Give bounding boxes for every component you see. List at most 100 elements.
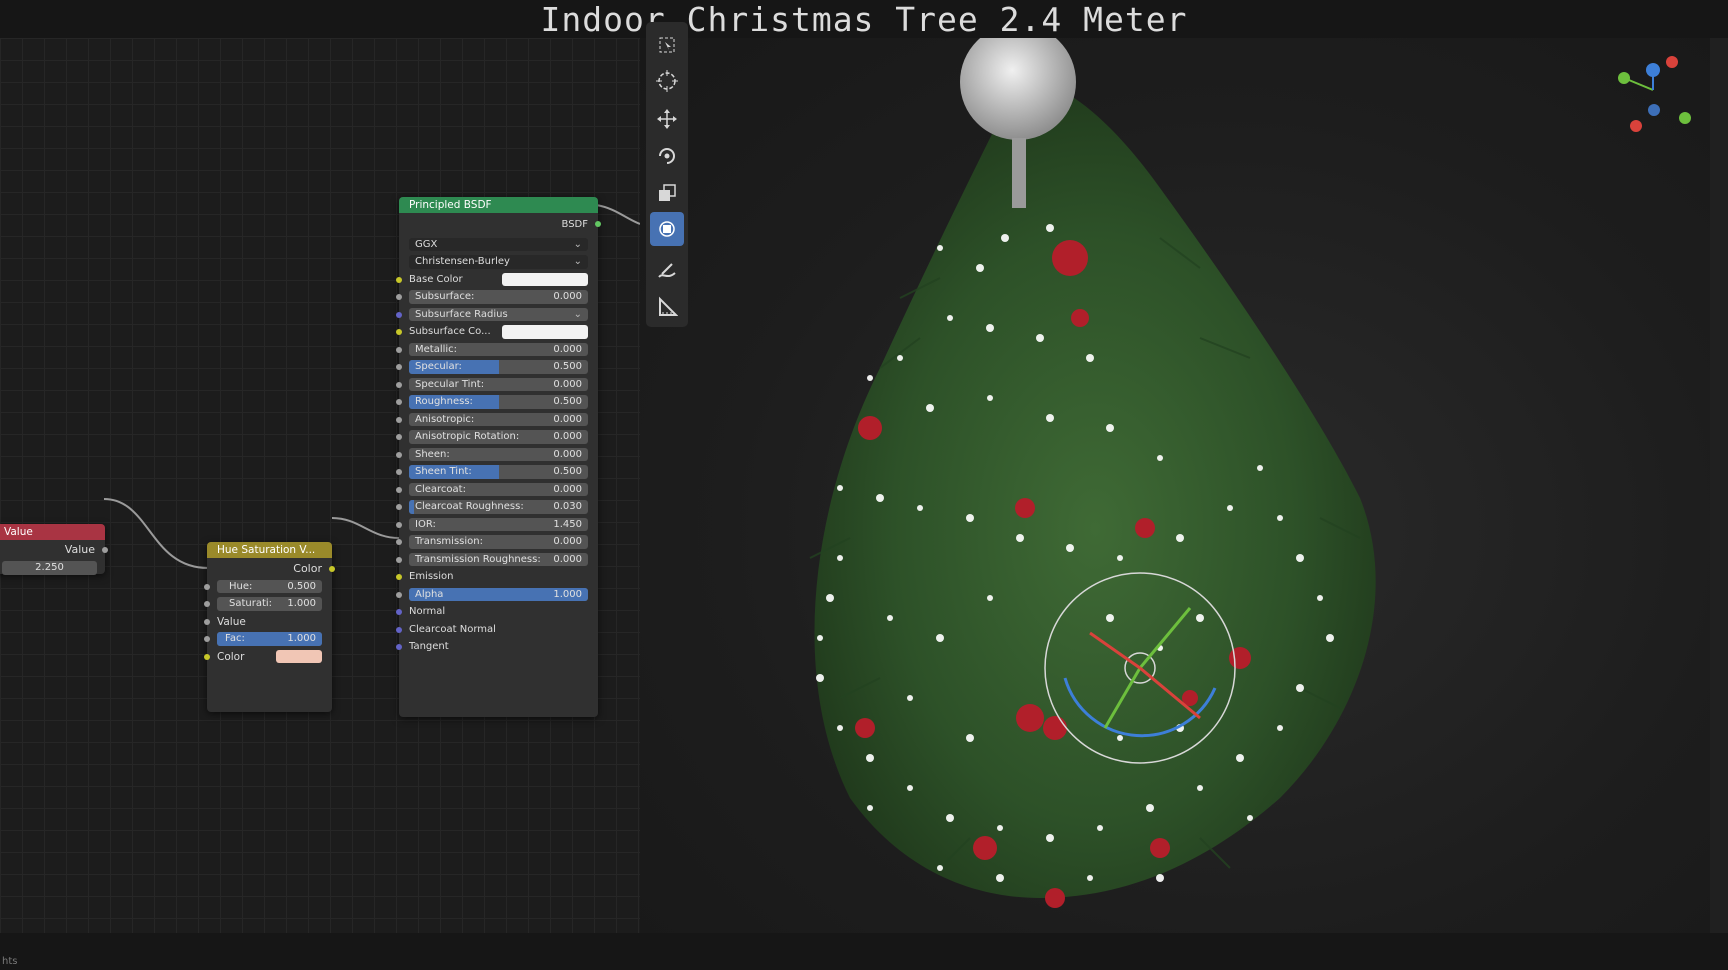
bsdf-number-field[interactable]: Clearcoat: 0.000: [409, 482, 588, 496]
value-output-socket[interactable]: [102, 547, 108, 553]
bsdf-input-socket[interactable]: [396, 399, 402, 405]
hue-saturation-node[interactable]: Hue Saturation V... Color Hue: 0.500 Sat…: [204, 542, 335, 712]
normal-label: Normal: [409, 606, 446, 617]
cursor-icon[interactable]: [650, 64, 684, 98]
bsdf-field-value: 0.000: [553, 343, 582, 355]
distribution-dropdown[interactable]: GGX ⌄: [409, 237, 588, 251]
topper-stem: [1012, 138, 1026, 208]
navigation-gizmo[interactable]: [1618, 56, 1691, 132]
bsdf-field-value: 0.000: [553, 413, 582, 425]
base-color-label: Base Color: [409, 273, 463, 285]
transform-icon[interactable]: [650, 212, 684, 246]
hue-field[interactable]: Hue: 0.500: [217, 579, 322, 593]
fac-field-label: Fac:: [225, 633, 245, 644]
hue-color-swatch[interactable]: [276, 649, 322, 663]
tangent-socket[interactable]: [396, 644, 402, 650]
bsdf-number-field[interactable]: Metallic: 0.000: [409, 342, 588, 356]
emission-socket[interactable]: [396, 574, 402, 580]
saturation-input-socket[interactable]: [204, 601, 210, 607]
bsdf-number-field[interactable]: IOR: 1.450: [409, 517, 588, 531]
subsurface-radius-field[interactable]: Subsurface Radius ⌄: [409, 307, 588, 321]
subsurface-color-swatch[interactable]: [502, 325, 588, 339]
clearcoat-normal-socket[interactable]: [396, 626, 402, 633]
bsdf-field-value: 1.450: [553, 518, 582, 530]
rotate-icon[interactable]: [650, 139, 684, 173]
base-color-swatch[interactable]: [502, 272, 588, 286]
alpha-field-label: Alpha: [415, 588, 444, 600]
bsdf-input-socket[interactable]: [396, 329, 402, 335]
bsdf-input-socket[interactable]: [396, 469, 402, 475]
properties-tab-strip[interactable]: [1710, 38, 1728, 933]
bsdf-number-field[interactable]: Clearcoat Roughness: 0.030: [409, 500, 588, 514]
hue-input-socket[interactable]: [204, 583, 210, 590]
bsdf-input-socket[interactable]: [396, 364, 402, 370]
color-input-socket[interactable]: [204, 653, 210, 660]
bsdf-field-label: Subsurface:: [415, 291, 475, 302]
bsdf-node-header[interactable]: Principled BSDF: [399, 197, 598, 213]
bsdf-field-label: Specular Tint:: [415, 378, 485, 390]
value-field[interactable]: 2.250: [2, 561, 97, 575]
scale-icon[interactable]: [650, 176, 684, 210]
fac-input-socket[interactable]: [204, 636, 210, 642]
bsdf-input-socket[interactable]: [396, 311, 402, 318]
saturation-field[interactable]: Saturati: 1.000: [217, 597, 322, 611]
value-input-socket[interactable]: [204, 618, 210, 625]
shader-node-editor[interactable]: Value Value 2.250 Hue Saturation V... Co…: [0, 38, 640, 933]
chevron-down-icon: ⌄: [573, 308, 582, 320]
status-bar: [0, 933, 1728, 970]
hue-field-label: Hue:: [229, 580, 253, 592]
principled-bsdf-node[interactable]: Principled BSDF BSDF GGX ⌄ Christensen-B…: [396, 197, 601, 717]
bsdf-input-socket[interactable]: [396, 539, 402, 545]
viewport-toolbar: [646, 22, 688, 327]
annotate-icon[interactable]: [650, 254, 684, 288]
normal-socket[interactable]: [396, 609, 402, 615]
bsdf-input-socket[interactable]: [396, 381, 402, 388]
bsdf-output-label: BSDF: [561, 219, 588, 230]
bsdf-number-field[interactable]: Subsurface: 0.000: [409, 290, 588, 304]
bsdf-number-field[interactable]: Specular: 0.500: [409, 360, 588, 374]
bsdf-input-socket[interactable]: [396, 486, 402, 493]
bsdf-input-socket[interactable]: [396, 346, 402, 353]
bsdf-input-socket[interactable]: [396, 504, 402, 510]
bsdf-input-socket[interactable]: [396, 521, 402, 528]
bsdf-input-socket[interactable]: [396, 451, 402, 458]
fac-field[interactable]: Fac: 1.000: [217, 632, 322, 646]
bsdf-number-field[interactable]: Anisotropic: 0.000: [409, 412, 588, 426]
bsdf-field-label: IOR:: [415, 518, 436, 530]
bsdf-field-value: 0.000: [553, 448, 582, 460]
bsdf-field-value: 0.500: [553, 396, 582, 407]
select-box-icon[interactable]: [650, 28, 684, 62]
move-icon[interactable]: [650, 102, 684, 136]
bsdf-number-field[interactable]: Roughness: 0.500: [409, 395, 588, 409]
bsdf-field-value: 0.000: [553, 431, 582, 442]
value-node-header[interactable]: Value: [0, 524, 105, 540]
bsdf-output-socket[interactable]: [595, 221, 601, 227]
hue-node-header[interactable]: Hue Saturation V...: [207, 542, 332, 558]
bsdf-node-title: Principled BSDF: [409, 199, 492, 211]
bsdf-number-field[interactable]: Anisotropic Rotation: 0.000: [409, 430, 588, 444]
bsdf-field-label: Anisotropic:: [415, 413, 475, 425]
3d-viewport[interactable]: [640, 38, 1710, 933]
base-color-socket[interactable]: [396, 276, 402, 283]
alpha-socket[interactable]: [396, 591, 402, 598]
saturation-field-value: 1.000: [287, 598, 316, 609]
bsdf-number-field[interactable]: Sheen Tint: 0.500: [409, 465, 588, 479]
bsdf-number-field[interactable]: Sheen: 0.000: [409, 447, 588, 461]
bsdf-number-field[interactable]: Transmission Roughness: 0.000: [409, 552, 588, 566]
bsdf-field-label: Sheen:: [415, 448, 450, 460]
hue-output-socket[interactable]: [329, 566, 335, 572]
subsurface-method-dropdown[interactable]: Christensen-Burley ⌄: [409, 255, 588, 269]
value-node[interactable]: Value Value 2.250: [0, 524, 108, 575]
status-text: hts: [2, 956, 18, 967]
bsdf-input-socket[interactable]: [396, 434, 402, 440]
bsdf-field-value: 0.000: [553, 553, 582, 565]
bsdf-number-field[interactable]: Specular Tint: 0.000: [409, 377, 588, 391]
subsurface-color-label: Subsurface Co...: [409, 326, 491, 337]
bsdf-field-label: Sheen Tint:: [415, 466, 472, 477]
bsdf-input-socket[interactable]: [396, 416, 402, 423]
bsdf-input-socket[interactable]: [396, 294, 402, 300]
measure-icon[interactable]: [650, 290, 684, 324]
bsdf-input-socket[interactable]: [396, 556, 402, 563]
alpha-field[interactable]: Alpha 1.000: [409, 587, 588, 601]
bsdf-number-field[interactable]: Transmission: 0.000: [409, 535, 588, 549]
